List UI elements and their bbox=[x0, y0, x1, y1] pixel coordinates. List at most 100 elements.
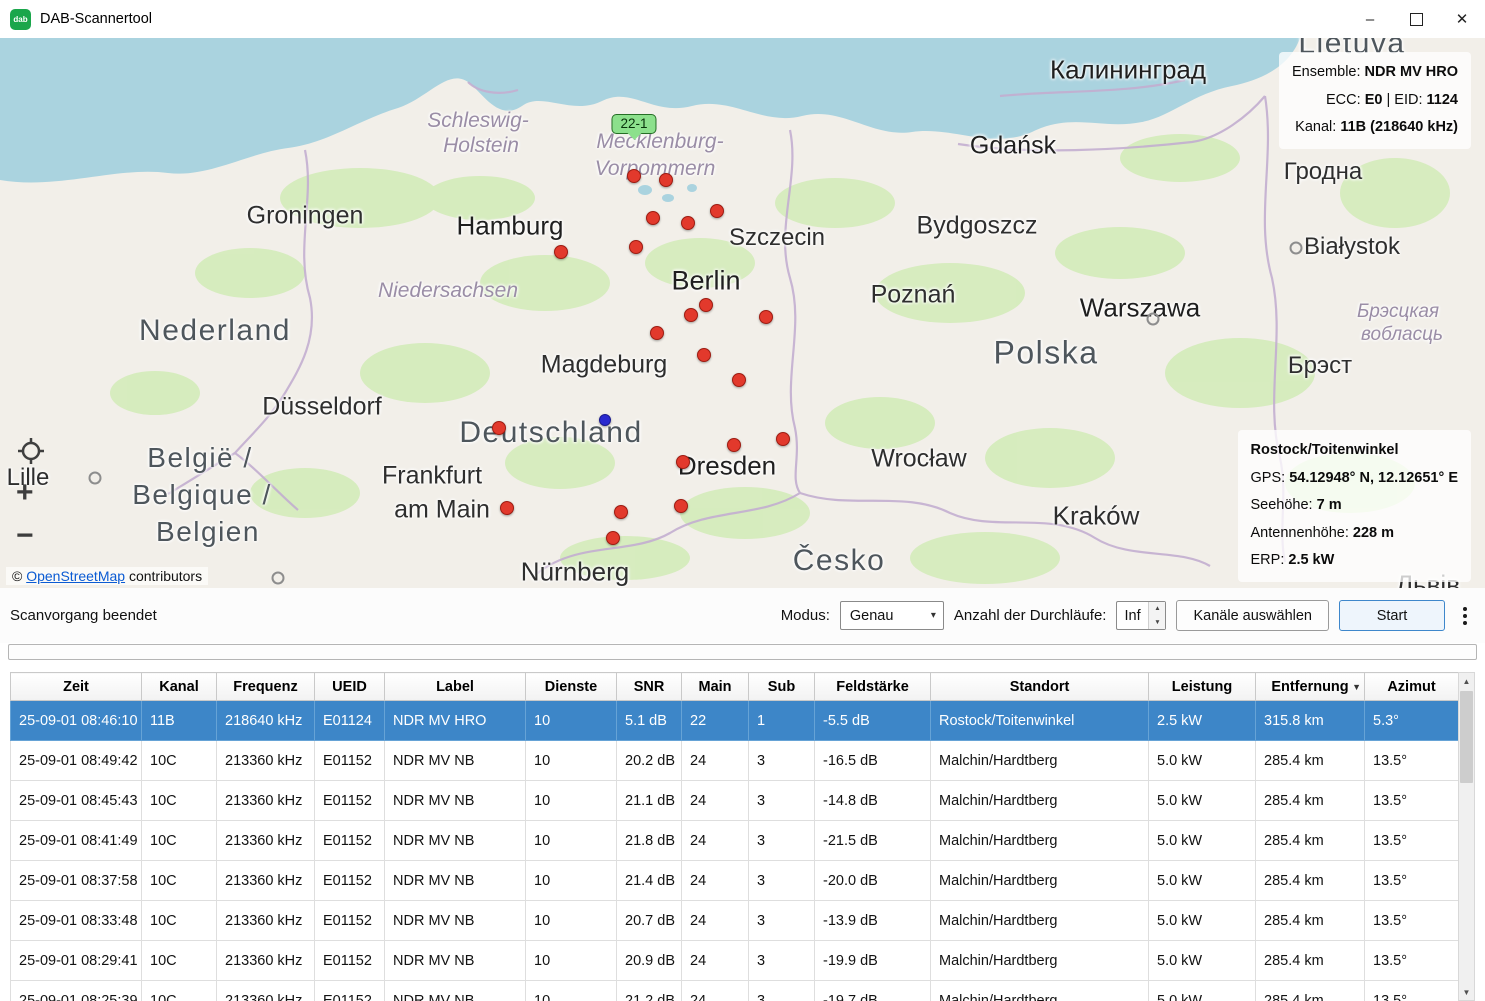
column-header-standort[interactable]: Standort bbox=[931, 673, 1149, 701]
table-cell: 13.5° bbox=[1365, 821, 1459, 861]
table-row[interactable]: 25-09-01 08:41:4910C213360 kHzE01152NDR … bbox=[11, 821, 1459, 861]
transmitter-dot[interactable] bbox=[674, 499, 688, 513]
column-header-label[interactable]: Label bbox=[385, 673, 526, 701]
select-channels-button[interactable]: Kanäle auswählen bbox=[1176, 600, 1329, 631]
table-cell: 13.5° bbox=[1365, 901, 1459, 941]
transmitter-dot[interactable] bbox=[681, 216, 695, 230]
gps-label: GPS: bbox=[1251, 470, 1286, 486]
table-cell: NDR MV NB bbox=[385, 861, 526, 901]
map-place-label: Niedersachsen bbox=[378, 279, 518, 303]
table-cell: 3 bbox=[749, 901, 815, 941]
spinner-buttons[interactable]: ▲ ▼ bbox=[1148, 602, 1165, 629]
table-row[interactable]: 25-09-01 08:33:4810C213360 kHzE01152NDR … bbox=[11, 901, 1459, 941]
column-header-zeit[interactable]: Zeit bbox=[11, 673, 142, 701]
table-cell: 213360 kHz bbox=[217, 741, 315, 781]
column-header-dienste[interactable]: Dienste bbox=[526, 673, 617, 701]
transmitter-dot[interactable] bbox=[500, 501, 514, 515]
locate-button[interactable] bbox=[16, 436, 46, 471]
scroll-up-icon: ▲ bbox=[1463, 677, 1471, 686]
table-cell: 213360 kHz bbox=[217, 941, 315, 981]
transmitter-dot[interactable] bbox=[732, 373, 746, 387]
selected-transmitter-marker[interactable]: 22-1 bbox=[611, 114, 656, 134]
openstreetmap-link[interactable]: OpenStreetMap bbox=[26, 568, 125, 584]
runs-spinner[interactable]: Inf ▲ ▼ bbox=[1116, 601, 1166, 630]
table-cell: 10 bbox=[526, 701, 617, 741]
antenna-height-label: Antennenhöhe: bbox=[1251, 525, 1349, 541]
window-controls: – ✕ bbox=[1347, 0, 1485, 38]
scrollbar-thumb[interactable] bbox=[1460, 691, 1473, 783]
transmitter-dot[interactable] bbox=[727, 438, 741, 452]
table-scrollbar[interactable]: ▲ ▼ bbox=[1458, 672, 1475, 1001]
transmitter-dot[interactable] bbox=[699, 298, 713, 312]
map-place-label: Wrocław bbox=[871, 445, 966, 474]
scan-control-bar: Scanvorgang beendet Modus: Genau ▾ Anzah… bbox=[0, 588, 1485, 643]
column-header-feldst-rke[interactable]: Feldstärke bbox=[815, 673, 931, 701]
scan-progress-bar bbox=[8, 644, 1477, 660]
table-cell: 285.4 km bbox=[1256, 741, 1365, 781]
transmitter-dot[interactable] bbox=[629, 240, 643, 254]
column-header-snr[interactable]: SNR bbox=[617, 673, 682, 701]
table-row[interactable]: 25-09-01 08:45:4310C213360 kHzE01152NDR … bbox=[11, 781, 1459, 821]
transmitter-dot[interactable] bbox=[646, 211, 660, 225]
table-cell: 24 bbox=[682, 941, 749, 981]
app-icon: dab bbox=[10, 9, 31, 30]
overflow-menu-button[interactable] bbox=[1457, 607, 1473, 625]
elevation-value: 7 m bbox=[1317, 497, 1342, 513]
map[interactable]: LietuvaКалининградSchleswig-HolsteinMeck… bbox=[0, 38, 1485, 588]
table-cell: 1 bbox=[749, 701, 815, 741]
table-cell: -5.5 dB bbox=[815, 701, 931, 741]
spinner-up-icon[interactable]: ▲ bbox=[1149, 602, 1165, 616]
column-header-leistung[interactable]: Leistung bbox=[1149, 673, 1256, 701]
transmitter-dot[interactable] bbox=[492, 421, 506, 435]
ecc-value: E0 bbox=[1365, 92, 1383, 108]
close-button[interactable]: ✕ bbox=[1439, 0, 1485, 38]
scroll-down-button[interactable]: ▼ bbox=[1459, 984, 1474, 1000]
spinner-down-icon[interactable]: ▼ bbox=[1149, 616, 1165, 630]
town-ring-icon bbox=[272, 572, 285, 585]
table-row[interactable]: 25-09-01 08:49:4210C213360 kHzE01152NDR … bbox=[11, 741, 1459, 781]
column-header-azimut[interactable]: Azimut bbox=[1365, 673, 1459, 701]
transmitter-dot[interactable] bbox=[627, 169, 641, 183]
table-cell: 213360 kHz bbox=[217, 781, 315, 821]
table-cell: 10 bbox=[526, 981, 617, 1001]
transmitter-dot[interactable] bbox=[759, 310, 773, 324]
maximize-button[interactable] bbox=[1393, 0, 1439, 38]
zoom-out-button[interactable]: − bbox=[16, 521, 34, 551]
sort-indicator-icon: ▼ bbox=[1352, 682, 1361, 692]
start-button[interactable]: Start bbox=[1339, 600, 1445, 631]
kebab-menu-icon bbox=[1463, 607, 1467, 611]
receiver-position-dot[interactable] bbox=[599, 414, 611, 426]
table-cell: Malchin/Hardtberg bbox=[931, 741, 1149, 781]
transmitter-dot[interactable] bbox=[684, 308, 698, 322]
table-cell: 2.5 kW bbox=[1149, 701, 1256, 741]
transmitter-dot[interactable] bbox=[676, 455, 690, 469]
transmitter-dot[interactable] bbox=[710, 204, 724, 218]
transmitter-dot[interactable] bbox=[659, 173, 673, 187]
column-header-entfernung[interactable]: Entfernung▼ bbox=[1256, 673, 1365, 701]
column-header-ueid[interactable]: UEID bbox=[315, 673, 385, 701]
copyright-symbol: © bbox=[12, 568, 22, 584]
table-cell: 10C bbox=[142, 901, 217, 941]
modus-dropdown[interactable]: Genau ▾ bbox=[840, 601, 944, 630]
table-row[interactable]: 25-09-01 08:46:1011B218640 kHzE01124NDR … bbox=[11, 701, 1459, 741]
transmitter-dot[interactable] bbox=[697, 348, 711, 362]
column-header-main[interactable]: Main bbox=[682, 673, 749, 701]
table-row[interactable]: 25-09-01 08:37:5810C213360 kHzE01152NDR … bbox=[11, 861, 1459, 901]
column-header-kanal[interactable]: Kanal bbox=[142, 673, 217, 701]
transmitter-dot[interactable] bbox=[650, 326, 664, 340]
transmitter-dot[interactable] bbox=[776, 432, 790, 446]
table-cell: Malchin/Hardtberg bbox=[931, 901, 1149, 941]
column-header-sub[interactable]: Sub bbox=[749, 673, 815, 701]
minimize-button[interactable]: – bbox=[1347, 0, 1393, 38]
zoom-in-button[interactable]: + bbox=[16, 478, 34, 508]
table-row[interactable]: 25-09-01 08:25:3910C213360 kHzE01152NDR … bbox=[11, 981, 1459, 1001]
transmitter-dot[interactable] bbox=[614, 505, 628, 519]
scroll-up-button[interactable]: ▲ bbox=[1459, 673, 1474, 689]
scan-controls: Modus: Genau ▾ Anzahl der Durchläufe: In… bbox=[781, 600, 1473, 631]
transmitter-dot[interactable] bbox=[606, 531, 620, 545]
title-bar: dab DAB-Scannertool – ✕ bbox=[0, 0, 1485, 38]
column-header-frequenz[interactable]: Frequenz bbox=[217, 673, 315, 701]
scan-status-text: Scanvorgang beendet bbox=[10, 607, 157, 624]
table-row[interactable]: 25-09-01 08:29:4110C213360 kHzE01152NDR … bbox=[11, 941, 1459, 981]
transmitter-dot[interactable] bbox=[554, 245, 568, 259]
